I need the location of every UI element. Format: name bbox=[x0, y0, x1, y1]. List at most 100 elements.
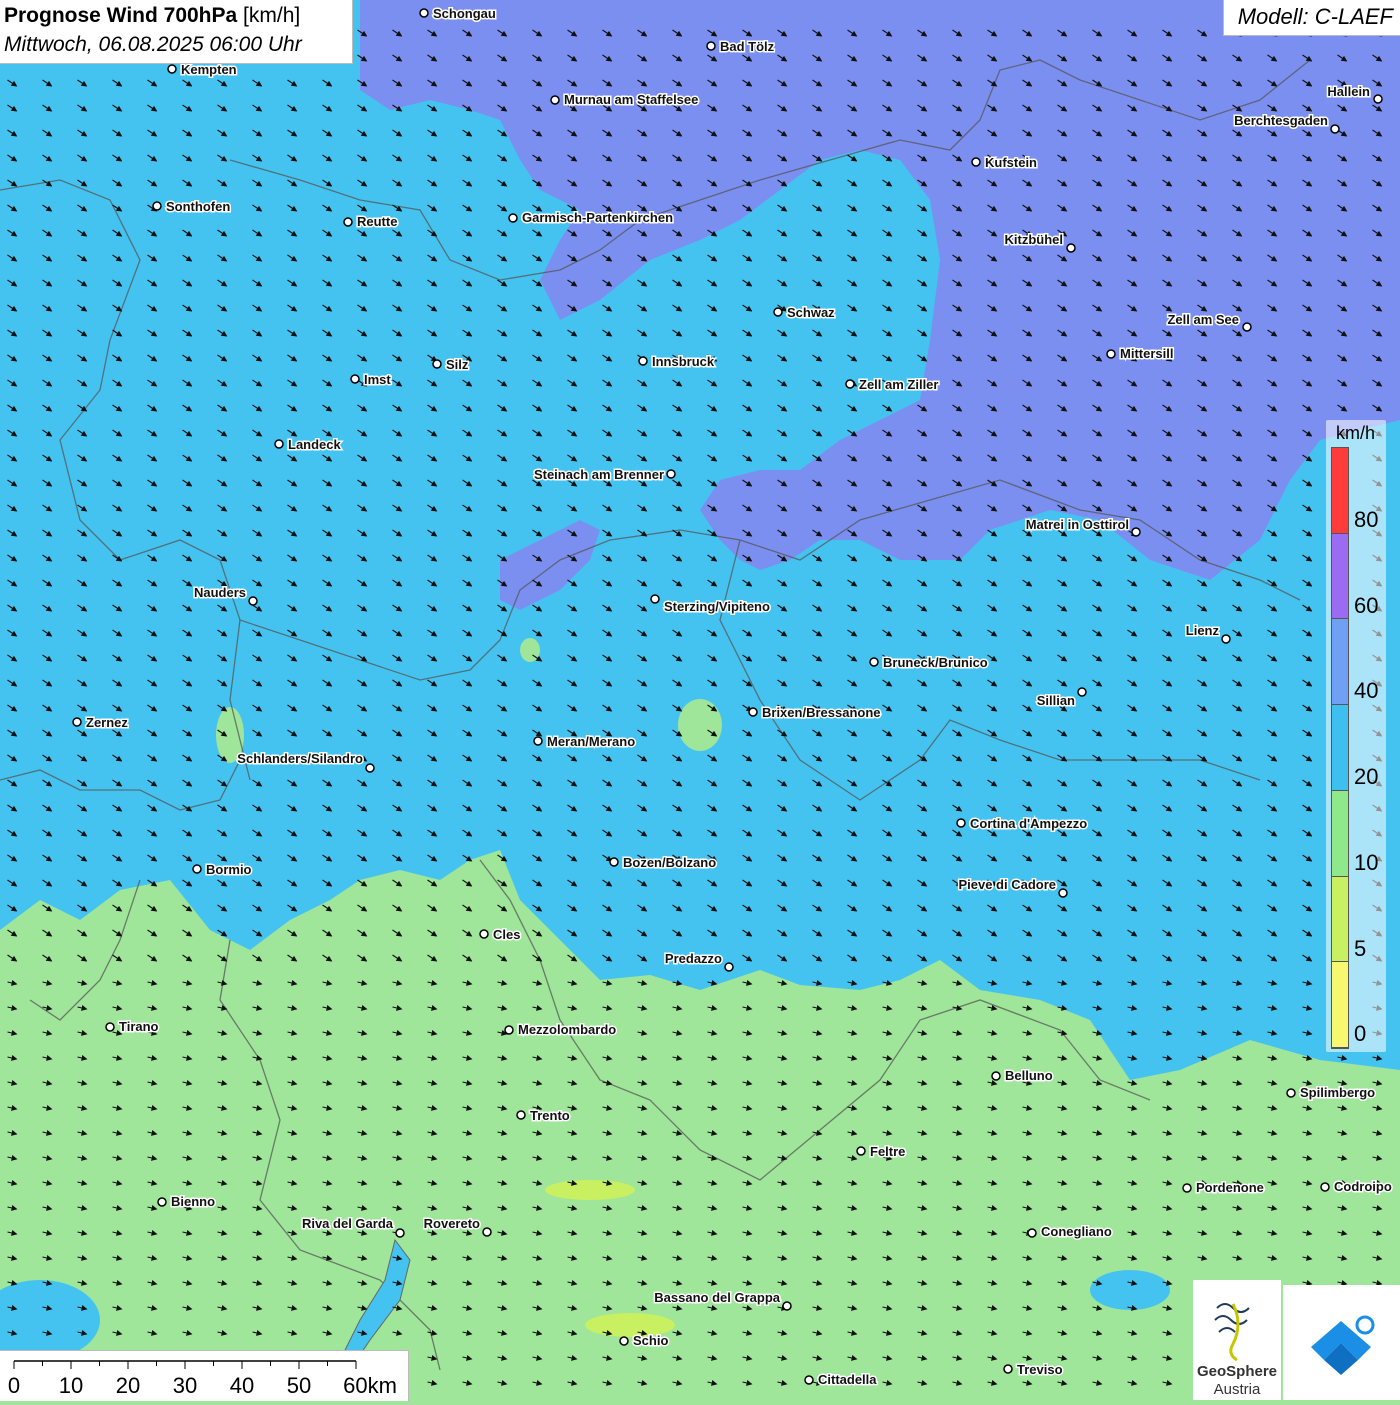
city-dot bbox=[533, 736, 543, 746]
city-dot bbox=[666, 469, 676, 479]
city-label: Bozen/Bolzano bbox=[623, 855, 716, 870]
city-dot bbox=[991, 1071, 1001, 1081]
legend-band bbox=[1332, 448, 1348, 534]
city-label: Innsbruck bbox=[652, 354, 715, 369]
city-dot bbox=[1286, 1088, 1296, 1098]
city-dot bbox=[1242, 322, 1252, 332]
city-marker[interactable]: Spilimbergo bbox=[1286, 1084, 1377, 1102]
city-label: Schwaz bbox=[787, 305, 835, 320]
city-dot bbox=[432, 359, 442, 369]
city-label: Bormio bbox=[206, 862, 252, 877]
city-label: Rovereto bbox=[424, 1216, 480, 1231]
city-label: Tirano bbox=[119, 1019, 159, 1034]
city-label: Meran/Merano bbox=[547, 734, 635, 749]
app-logo[interactable] bbox=[1283, 1285, 1400, 1400]
city-marker[interactable]: Steinach am Brenner bbox=[532, 466, 676, 484]
city-dot bbox=[1066, 243, 1076, 253]
legend-label: 40 bbox=[1354, 678, 1379, 704]
city-dot bbox=[1320, 1182, 1330, 1192]
legend-band bbox=[1332, 962, 1348, 1048]
geosphere-logo-icon bbox=[1214, 1303, 1250, 1362]
city-label: Garmisch-Partenkirchen bbox=[522, 210, 673, 225]
map-title: Prognose Wind 700hPa [km/h] bbox=[4, 4, 300, 28]
legend-label: 20 bbox=[1354, 764, 1379, 790]
city-dot bbox=[1330, 124, 1340, 134]
city-dot bbox=[1131, 527, 1141, 537]
city-label: Reutte bbox=[357, 214, 397, 229]
forecast-datetime: Mittwoch, 06.08.2025 06:00 Uhr bbox=[4, 33, 302, 56]
city-label: Hallein bbox=[1327, 84, 1370, 99]
scale-label: 20 bbox=[115, 1373, 141, 1398]
city-label: Belluno bbox=[1005, 1068, 1053, 1083]
city-marker[interactable]: Bruneck/Brunico bbox=[869, 654, 989, 672]
city-marker[interactable]: Bozen/Bolzano bbox=[609, 854, 718, 872]
city-label: Cittadella bbox=[818, 1372, 877, 1387]
logo-name: GeoSphere bbox=[1196, 1363, 1278, 1380]
city-dot bbox=[845, 379, 855, 389]
city-marker[interactable]: Garmisch-Partenkirchen bbox=[508, 209, 675, 227]
city-label: Cles bbox=[493, 927, 520, 942]
city-dot bbox=[956, 818, 966, 828]
legend-band bbox=[1332, 705, 1348, 791]
legend-label: 0 bbox=[1354, 1021, 1367, 1047]
city-dot bbox=[869, 657, 879, 667]
city-label: Treviso bbox=[1017, 1362, 1063, 1377]
city-dot bbox=[1058, 888, 1068, 898]
city-dot bbox=[516, 1110, 526, 1120]
city-label: Bruneck/Brunico bbox=[883, 655, 988, 670]
city-dot bbox=[248, 596, 258, 606]
city-label: Predazzo bbox=[665, 951, 722, 966]
city-dot bbox=[650, 594, 660, 604]
legend-label: 60 bbox=[1354, 592, 1379, 618]
city-dot bbox=[1077, 687, 1087, 697]
city-dot bbox=[508, 213, 518, 223]
city-dot bbox=[274, 439, 284, 449]
scale-label: 0 bbox=[7, 1373, 21, 1398]
city-marker[interactable]: Pordenone bbox=[1182, 1179, 1265, 1197]
city-dot bbox=[748, 707, 758, 717]
wind-map[interactable]: Schongau Bad Tölz Kempten Murnau am Staffel… bbox=[0, 0, 1400, 1400]
city-label: Codroipo bbox=[1334, 1179, 1392, 1194]
city-label: Schlanders/Silandro bbox=[237, 751, 363, 766]
scale-label: 60km bbox=[343, 1373, 397, 1398]
city-label: Lienz bbox=[1186, 623, 1220, 638]
city-label: Sillian bbox=[1037, 693, 1075, 708]
wind-field-yellow-patch bbox=[545, 1180, 635, 1200]
city-label: Mezzolombardo bbox=[518, 1022, 616, 1037]
city-dot bbox=[157, 1197, 167, 1207]
wind-field-low-patch bbox=[678, 699, 722, 751]
city-dot bbox=[482, 1227, 492, 1237]
city-dot bbox=[1373, 94, 1383, 104]
city-dot bbox=[1003, 1364, 1013, 1374]
city-marker[interactable]: Zell am Ziller bbox=[845, 376, 940, 394]
city-dot bbox=[1182, 1183, 1192, 1193]
city-marker[interactable]: Murnau am Staffelsee bbox=[550, 91, 700, 109]
city-label: Zell am See bbox=[1167, 312, 1239, 327]
city-dot bbox=[782, 1301, 792, 1311]
color-legend: km/h 80 60 40 20 10 5 0 bbox=[1326, 420, 1386, 1052]
wind-field-cyan-patch bbox=[1090, 1270, 1170, 1310]
city-marker[interactable]: Mezzolombardo bbox=[504, 1021, 618, 1039]
city-label: Murnau am Staffelsee bbox=[564, 92, 698, 107]
city-label: Bad Tölz bbox=[720, 39, 775, 54]
city-label: Steinach am Brenner bbox=[534, 467, 664, 482]
city-dot bbox=[773, 307, 783, 317]
city-dot bbox=[609, 857, 619, 867]
geosphere-logo[interactable]: GeoSphere Austria bbox=[1193, 1280, 1281, 1400]
city-label: Imst bbox=[364, 372, 391, 387]
city-label: Feltre bbox=[870, 1144, 905, 1159]
map-title-box: Prognose Wind 700hPa [km/h] Mittwoch, 06… bbox=[0, 0, 353, 64]
city-label: Trento bbox=[530, 1108, 570, 1123]
city-marker[interactable]: Conegliano bbox=[1027, 1223, 1113, 1241]
city-dot bbox=[343, 217, 353, 227]
city-label: Matrei in Osttirol bbox=[1026, 517, 1129, 532]
city-dot bbox=[804, 1375, 814, 1385]
city-label: Bassano del Grappa bbox=[654, 1290, 780, 1305]
city-dot bbox=[1027, 1228, 1037, 1238]
city-marker[interactable]: Brixen/Bressanone bbox=[748, 704, 882, 722]
city-dot bbox=[619, 1336, 629, 1346]
city-marker[interactable]: Cortina d'Ampezzo bbox=[956, 815, 1089, 833]
city-marker[interactable]: Meran/Merano bbox=[533, 733, 637, 751]
map-title-main: Prognose Wind 700hPa bbox=[4, 4, 238, 27]
city-label: Berchtesgaden bbox=[1234, 113, 1328, 128]
